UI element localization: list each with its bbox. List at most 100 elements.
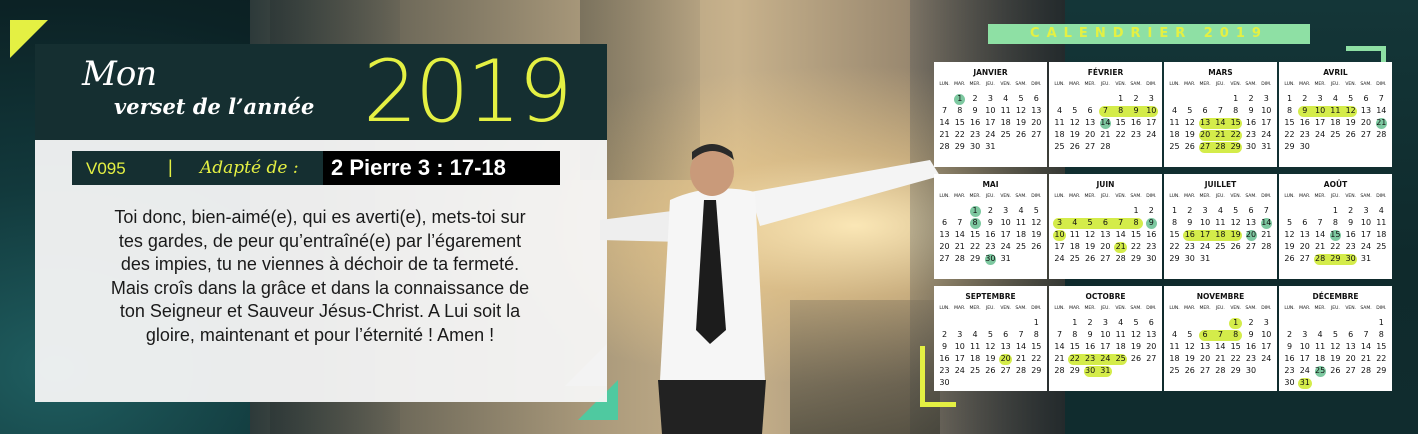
weekday-label: LUN. (1284, 194, 1295, 199)
calendar-day: 17 (1315, 118, 1326, 127)
calendar-day: 21 (1261, 230, 1272, 239)
weekday-label: LUN. (1054, 306, 1065, 311)
calendar-day: 28 (1261, 242, 1272, 251)
weekday-label: MER. (1199, 82, 1211, 87)
calendar-day: 10 (1054, 230, 1065, 239)
calendar-day: 8 (1233, 106, 1239, 115)
calendar-day: 10 (1100, 330, 1111, 339)
weekday-label: JEU. (985, 194, 995, 199)
calendar-day: 15 (1330, 230, 1341, 239)
day-grid: 1 2 3 4 5 6 7 8 9 10 11 12 13 14 15 16 17 18 19 20 21 22 23 24 2… (937, 93, 1044, 165)
calendar-day: 6 (1202, 106, 1208, 115)
weekday-label: DIM. (1146, 194, 1157, 199)
calendar-day: 20 (1000, 354, 1011, 363)
calendar-day: 14 (1261, 218, 1272, 227)
weekday-label: SAM. (1245, 306, 1257, 311)
month-name: MARS (1208, 68, 1233, 77)
calendar-day: 13 (1200, 342, 1211, 351)
calendar-day: 10 (985, 106, 996, 115)
weekday-header: LUN. MAR. MER. JEU. VEN. SAM. DIM. (937, 82, 1044, 90)
calendar-day: 20 (1299, 242, 1310, 251)
month-1: JANVIER LUN. MAR. MER. JEU. VEN. SAM. DIM. 1 2 3 4 5… (934, 62, 1047, 167)
weekday-label: DIM. (1376, 306, 1387, 311)
calendar-day: 23 (1085, 354, 1096, 363)
calendar-day: 24 (1000, 242, 1011, 251)
calendar-day: 3 (957, 330, 963, 339)
weekday-label: MER. (1314, 306, 1326, 311)
calendar-day: 20 (1345, 354, 1356, 363)
calendar-day: 11 (1015, 218, 1027, 227)
calendar-day: 24 (1054, 254, 1065, 263)
calendar-day: 29 (954, 142, 965, 151)
calendar-day: 26 (1184, 142, 1195, 151)
calendar-day: 28 (1376, 130, 1387, 139)
weekday-label: LUN. (939, 306, 950, 311)
weekday-label: SAM. (1130, 194, 1142, 199)
calendar-day: 18 (1376, 230, 1387, 239)
calendar-day: 4 (1118, 318, 1124, 327)
calendar-day: 24 (1146, 130, 1157, 139)
weekday-label: MAR. (954, 82, 966, 87)
calendar-day: 18 (1069, 242, 1080, 251)
calendar-day: 27 (1000, 366, 1011, 375)
calendar-day: 23 (1345, 242, 1356, 251)
calendar-day: 21 (939, 130, 950, 139)
weekday-label: SAM. (1015, 306, 1027, 311)
calendar-day: 4 (1003, 94, 1009, 103)
calendar-day: 6 (1302, 218, 1308, 227)
weekday-header: LUN. MAR. MER. JEU. VEN. SAM. DIM. (937, 306, 1044, 314)
weekday-label: VEN. (1230, 82, 1242, 87)
calendar-day: 18 (1169, 354, 1180, 363)
calendar-day: 20 (1200, 354, 1211, 363)
calendar-day: 7 (941, 106, 948, 115)
weekday-label: JEU. (1215, 306, 1225, 311)
calendar-day: 17 (1000, 230, 1011, 239)
corner-bracket-top (1346, 46, 1386, 51)
weekday-label: JEU. (985, 306, 995, 311)
month-3: MARS LUN. MAR. MER. JEU. VEN. SAM. DIM. 1 2 3 4 5 6 7 8… (1164, 62, 1277, 167)
calendar-day: 27 (1146, 354, 1157, 363)
calendar-day: 18 (1169, 130, 1180, 139)
calendar-day: 5 (1286, 218, 1293, 227)
calendar-day: 22 (954, 130, 965, 139)
calendar-day: 7 (1363, 330, 1369, 339)
calendar-day: 27 (1031, 130, 1042, 139)
calendar-day: 25 (970, 366, 981, 375)
calendar-day: 13 (1100, 230, 1111, 239)
calendar-day: 17 (985, 118, 996, 127)
calendar-day: 3 (1363, 206, 1369, 215)
calendar-day: 16 (1130, 118, 1142, 127)
calendar-day: 16 (1184, 230, 1195, 239)
calendar-day: 10 (1200, 218, 1211, 227)
calendar-day: 29 (1069, 366, 1080, 375)
calendar-day: 2 (1133, 94, 1139, 103)
day-grid: 1 2 3 4 5 6 7 8 9 10 11 12 13 14 15 16 17 18 19 20 21 22 23 24 2… (937, 317, 1044, 389)
calendar-day: 1 (1133, 206, 1139, 215)
calendar-day: 31 (1100, 366, 1111, 375)
calendar-day: 8 (1033, 330, 1039, 339)
calendar-day: 7 (1217, 106, 1223, 115)
weekday-label: LUN. (1169, 82, 1180, 87)
calendar-day: 10 (1261, 106, 1272, 115)
calendar-day: 5 (1087, 218, 1093, 227)
calendar-day: 30 (1284, 378, 1295, 387)
calendar-day: 16 (1299, 118, 1310, 127)
calendar-day: 4 (1056, 106, 1063, 115)
calendar-day: 22 (1169, 242, 1180, 251)
calendar-day: 7 (1118, 218, 1124, 227)
weekday-label: LUN. (1169, 194, 1180, 199)
calendar-day: 14 (1215, 118, 1226, 127)
weekday-label: DIM. (1031, 82, 1042, 87)
calendar-day: 25 (1054, 142, 1065, 151)
calendar-day: 30 (970, 142, 981, 151)
calendar-day: 26 (1330, 366, 1341, 375)
calendar-day: 18 (1015, 230, 1027, 239)
calendar-day: 11 (1069, 230, 1080, 239)
calendar-day: 7 (1378, 94, 1384, 103)
month-name: FÉVRIER (1087, 68, 1124, 77)
calendar-day: 22 (1230, 354, 1241, 363)
weekday-header: LUN. MAR. MER. JEU. VEN. SAM. DIM. (1052, 306, 1159, 314)
calendar-day: 29 (1376, 366, 1387, 375)
calendar-day: 5 (1033, 206, 1039, 215)
calendar-day: 6 (1087, 106, 1093, 115)
